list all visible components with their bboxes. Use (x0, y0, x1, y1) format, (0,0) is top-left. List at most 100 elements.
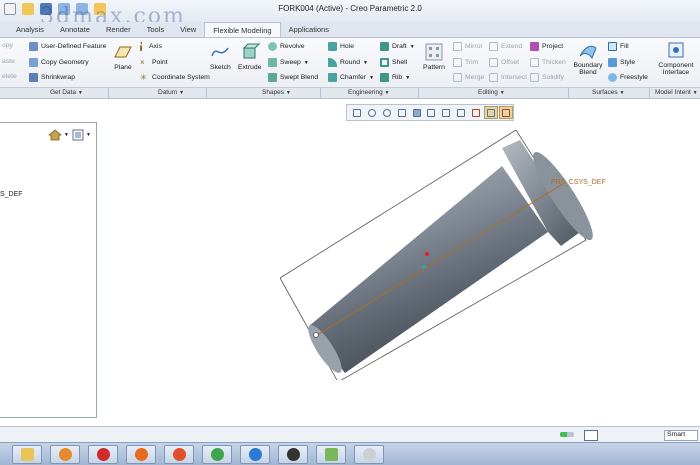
offset-button[interactable]: Offset (489, 58, 519, 67)
chamfer-icon (328, 73, 337, 82)
repaint-button[interactable] (395, 106, 409, 119)
swept-blend-button[interactable]: Swept Blend (268, 73, 318, 82)
tab-applications[interactable]: Applications (281, 22, 337, 37)
spin-center-button[interactable] (484, 106, 499, 119)
view-manager-button[interactable] (439, 106, 453, 119)
group-model-intent[interactable]: Model Intent ▼ (655, 89, 698, 96)
taskbar-media-player[interactable] (50, 445, 80, 464)
zoom-out-button[interactable] (380, 106, 394, 119)
thicken-button[interactable]: Thicken (530, 58, 566, 67)
solidify-button[interactable]: Solidify (530, 73, 564, 82)
sweep-button[interactable]: Sweep ▼ (268, 58, 309, 67)
selection-filter-icon[interactable] (584, 430, 598, 441)
selection-filter-dropdown[interactable]: Smart (664, 430, 698, 441)
chevron-down-icon[interactable]: ▼ (405, 75, 410, 81)
merge-button[interactable]: Merge (453, 73, 484, 82)
fill-button[interactable]: Fill (608, 42, 629, 51)
project-button[interactable]: Project (530, 42, 563, 51)
boundary-blend-button[interactable]: Boundary Blend (572, 40, 604, 76)
chevron-down-icon[interactable]: ▼ (304, 60, 309, 66)
chevron-down-icon[interactable]: ▼ (363, 60, 368, 66)
group-editing[interactable]: Editing ▼ (478, 89, 505, 96)
rib-button[interactable]: Rib ▼ (380, 73, 410, 82)
taskbar-tools[interactable] (354, 445, 384, 464)
axis-button[interactable]: Axis (140, 42, 162, 51)
extend-button[interactable]: Extend (489, 42, 522, 51)
chevron-down-icon[interactable]: ▼ (369, 75, 374, 81)
revolve-button[interactable]: Revolve (268, 42, 305, 51)
tree-settings-button[interactable]: ▼ (48, 129, 69, 141)
hole-icon (328, 42, 337, 51)
tab-flexible-modeling[interactable]: Flexible Modeling (204, 22, 281, 37)
taskbar-network[interactable] (240, 445, 270, 464)
tab-tools[interactable]: Tools (139, 22, 173, 37)
extrude-button[interactable]: Extrude (238, 42, 261, 71)
mirror-button[interactable]: Mirror (453, 42, 483, 51)
refit-button[interactable] (350, 106, 364, 119)
coordinate-system-button[interactable]: ✳ Coordinate System (140, 73, 210, 82)
solidify-label: Solidify (542, 74, 564, 81)
saved-orientations-button[interactable] (425, 106, 439, 119)
chamfer-button[interactable]: Chamfer ▼ (328, 73, 374, 82)
zoom-in-button[interactable] (365, 106, 379, 119)
taskbar-firefox[interactable] (126, 445, 156, 464)
csys-label: PRT_CSYS_DEF (551, 179, 606, 186)
extrude-icon (242, 43, 260, 59)
annotation-display-button[interactable] (469, 106, 483, 119)
freestyle-icon (608, 73, 617, 82)
taskbar-creo[interactable] (316, 445, 346, 464)
group-engineering[interactable]: Engineering ▼ (348, 89, 389, 96)
taskbar-explorer[interactable] (12, 445, 42, 464)
group-get-data[interactable]: Get Data ▼ (50, 89, 83, 96)
tab-annotate[interactable]: Annotate (52, 22, 98, 37)
group-surfaces-label: Surfaces (592, 89, 618, 96)
udf-label: User-Defined Feature (41, 43, 107, 50)
shell-button[interactable]: Shell (380, 58, 407, 67)
list-icon (72, 129, 84, 141)
coordinate-system-icon: ✳ (140, 73, 147, 82)
group-surfaces[interactable]: Surfaces ▼ (592, 89, 624, 96)
paste-button[interactable]: aste (2, 58, 15, 65)
datum-display-button[interactable] (454, 106, 468, 119)
annotation-orientation-button[interactable] (499, 106, 513, 119)
boundary-blend-label: Boundary Blend (573, 62, 603, 76)
group-separator (206, 88, 207, 99)
taskbar-opera[interactable] (88, 445, 118, 464)
draft-button[interactable]: Draft ▼ (380, 42, 415, 51)
tab-analysis[interactable]: Analysis (8, 22, 52, 37)
copy-geometry-button[interactable]: Copy Geometry (29, 58, 89, 67)
intersect-icon (489, 73, 498, 82)
copy-button[interactable]: opy (2, 42, 13, 49)
display-style-button[interactable] (410, 106, 424, 119)
taskbar-chrome[interactable] (202, 445, 232, 464)
user-defined-feature-button[interactable]: User-Defined Feature (29, 42, 106, 51)
tree-item-csys[interactable]: S_DEF (0, 191, 23, 198)
component-interface-button[interactable]: Component Interface (656, 40, 696, 76)
delete-button[interactable]: elete (2, 73, 17, 80)
graphics-window[interactable] (280, 130, 600, 380)
hole-button[interactable]: Hole (328, 42, 354, 51)
taskbar-info[interactable] (278, 445, 308, 464)
plane-button[interactable]: Plane (113, 42, 133, 71)
copy-label: opy (2, 42, 13, 49)
trim-button[interactable]: Trim (453, 58, 478, 67)
app-icon (172, 448, 186, 461)
sketch-button[interactable]: Sketch (210, 42, 231, 71)
style-button[interactable]: Style (608, 58, 635, 67)
tab-render[interactable]: Render (98, 22, 139, 37)
chevron-down-icon: ▼ (178, 90, 184, 96)
group-shapes[interactable]: Shapes ▼ (262, 89, 291, 96)
intersect-button[interactable]: Intersect (489, 73, 527, 82)
shrinkwrap-button[interactable]: Shrinkwrap (29, 73, 75, 82)
group-separator (108, 88, 109, 99)
group-datum[interactable]: Datum ▼ (158, 89, 184, 96)
point-button[interactable]: × Point (140, 58, 168, 67)
taskbar-app[interactable] (164, 445, 194, 464)
tree-show-button[interactable]: ▼ (72, 129, 91, 141)
pattern-button[interactable]: Pattern (423, 42, 445, 71)
csys-display-icon (502, 108, 511, 117)
freestyle-button[interactable]: Freestyle (608, 73, 648, 82)
chevron-down-icon[interactable]: ▼ (410, 44, 415, 50)
round-button[interactable]: Round ▼ (328, 58, 368, 67)
tab-view[interactable]: View (172, 22, 204, 37)
